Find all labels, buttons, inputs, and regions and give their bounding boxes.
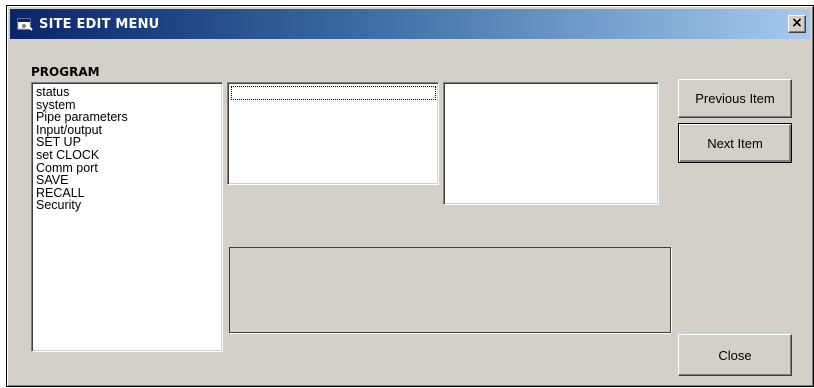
program-item-status[interactable]: status: [36, 86, 218, 99]
next-item-button[interactable]: Next Item: [678, 123, 792, 163]
submenu-list[interactable]: [227, 82, 439, 185]
app-window-icon: [17, 17, 33, 31]
title-bar[interactable]: SITE EDIT MENU ×: [10, 9, 810, 39]
program-label: PROGRAM: [31, 65, 100, 79]
program-item-save[interactable]: SAVE: [36, 174, 218, 187]
program-item-set-clock[interactable]: set CLOCK: [36, 149, 218, 162]
program-item-pipe-parameters[interactable]: Pipe parameters: [36, 111, 218, 124]
site-edit-menu-window: SITE EDIT MENU × PROGRAM status system P…: [6, 5, 814, 387]
program-item-security[interactable]: Security: [36, 199, 218, 212]
close-icon[interactable]: ×: [788, 15, 806, 33]
focus-rectangle: [231, 86, 436, 100]
previous-item-button[interactable]: Previous Item: [678, 79, 792, 118]
program-list[interactable]: status system Pipe parameters Input/outp…: [31, 82, 223, 352]
close-button[interactable]: Close: [678, 334, 792, 376]
option-list[interactable]: [443, 82, 659, 205]
message-panel: [229, 247, 671, 333]
window-title: SITE EDIT MENU: [39, 16, 160, 32]
